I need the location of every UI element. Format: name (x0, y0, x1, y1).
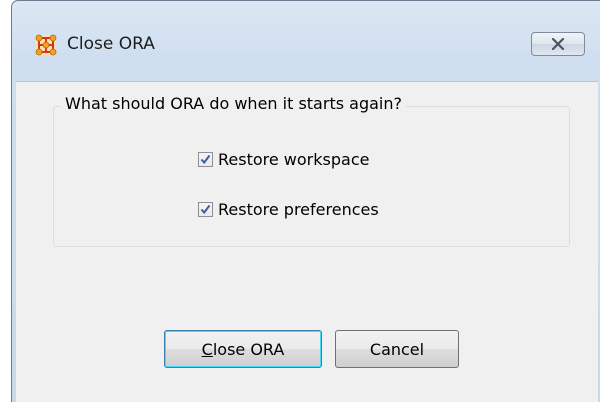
close-ora-button[interactable]: Close ORA (164, 330, 322, 368)
restore-preferences-option[interactable]: Restore preferences (198, 198, 379, 220)
dialog-body: What should ORA do when it starts again?… (16, 81, 598, 402)
dialog-title: Close ORA (67, 34, 155, 54)
restore-preferences-label[interactable]: Restore preferences (218, 200, 379, 219)
dialog-window: Close ORA What should ORA do when it sta… (11, 0, 600, 402)
restore-preferences-checkbox[interactable] (198, 201, 213, 217)
restart-options-group (53, 106, 570, 247)
restore-workspace-label[interactable]: Restore workspace (218, 150, 369, 169)
ora-network-icon (35, 34, 57, 56)
check-mark-icon (200, 204, 211, 214)
title-bar[interactable]: Close ORA (12, 1, 600, 81)
restore-workspace-option[interactable]: Restore workspace (198, 148, 369, 170)
cancel-button[interactable]: Cancel (335, 330, 459, 368)
close-window-button[interactable] (531, 32, 585, 56)
cancel-button-label: Cancel (369, 339, 425, 359)
group-legend: What should ORA do when it starts again? (61, 93, 406, 115)
check-mark-icon (200, 154, 211, 164)
restore-workspace-checkbox[interactable] (198, 151, 213, 167)
close-x-icon (551, 38, 565, 50)
close-ora-button-label: Close ORA (201, 339, 285, 359)
